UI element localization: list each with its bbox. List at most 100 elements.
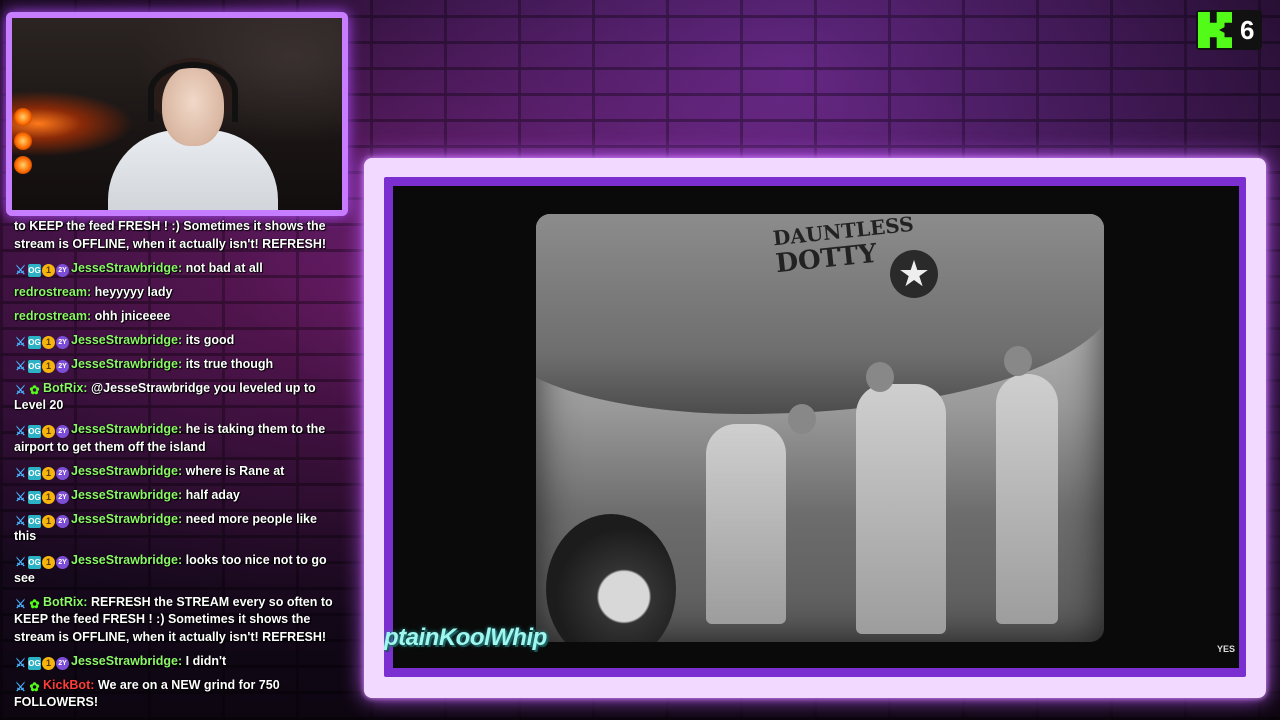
chat-username[interactable]: KickBot: xyxy=(43,678,94,692)
chat-message: redrostream: heyyyyy lady xyxy=(14,284,338,302)
chat-username[interactable]: JesseStrawbridge: xyxy=(71,261,182,275)
user-badges: ⚔ OG 1 2Y xyxy=(14,262,69,277)
og-badge-icon: OG xyxy=(28,556,41,569)
chat-message: ⚔ OG 1 2Y JesseStrawbridge: he is taking the… xyxy=(14,421,338,456)
chat-username[interactable]: JesseStrawbridge: xyxy=(71,654,182,668)
user-badges: ⚔ OG 1 2Y xyxy=(14,655,69,670)
sword-badge-icon: ⚔ xyxy=(15,655,26,670)
coin-badge-icon: 1 xyxy=(42,359,55,373)
sword-badge-icon: ⚔ xyxy=(15,489,26,504)
sword-badge-icon: ⚔ xyxy=(15,424,26,438)
sword-badge-icon: ⚔ xyxy=(15,596,26,611)
chat-message: ⚔ OG 1 2Y JesseStrawbridge: need more people… xyxy=(14,511,338,546)
bot-badge-icon: ✿ xyxy=(29,382,40,397)
og-badge-icon: OG xyxy=(28,425,41,438)
sub-badge-icon: 2Y xyxy=(56,335,69,349)
chat-text: not bad at all xyxy=(185,260,263,275)
sub-badge-icon: 2Y xyxy=(56,425,69,438)
og-badge-icon: OG xyxy=(28,466,41,480)
network-logo: YES xyxy=(1217,644,1236,654)
sub-badge-icon: 2Y xyxy=(56,263,69,277)
chat-message: ⚔ OG 1 2Y JesseStrawbridge: its true though xyxy=(14,356,338,374)
crewman xyxy=(996,374,1058,624)
sub-badge-icon: 2Y xyxy=(56,490,69,504)
chat-text: I didn't xyxy=(185,653,227,668)
coin-badge-icon: 1 xyxy=(42,556,55,569)
chat-text: its true though xyxy=(185,356,274,371)
og-badge-icon: OG xyxy=(28,335,41,349)
sword-badge-icon: ⚔ xyxy=(15,465,26,480)
sword-badge-icon: ⚔ xyxy=(15,382,26,397)
crewman-head xyxy=(1004,346,1032,376)
sword-badge-icon: ⚔ xyxy=(15,513,26,528)
crewman xyxy=(706,424,786,624)
chat-message: ⚔ ✿ KickBot: We are on a NEW grind for 750… xyxy=(14,677,338,712)
lamp-light xyxy=(14,156,32,174)
crewman-head xyxy=(866,362,894,392)
chat-panel: to KEEP the feed FRESH ! :) Sometimes it… xyxy=(0,216,352,720)
chat-username[interactable]: JesseStrawbridge: xyxy=(71,422,182,436)
chat-username[interactable]: JesseStrawbridge: xyxy=(71,357,182,371)
bot-badge-icon: ✿ xyxy=(29,596,40,611)
sword-badge-icon: ⚔ xyxy=(15,262,26,277)
sub-badge-icon: 2Y xyxy=(56,466,69,480)
coin-badge-icon: 1 xyxy=(42,656,55,670)
og-badge-icon: OG xyxy=(28,514,41,528)
viewer-count: 6 xyxy=(1240,14,1255,45)
chat-message: ⚔ OG 1 2Y JesseStrawbridge: half aday xyxy=(14,487,338,505)
sword-badge-icon: ⚔ xyxy=(15,358,26,373)
chat-message: ⚔ OG 1 2Y JesseStrawbridge: looks too nice n… xyxy=(14,552,338,587)
headset xyxy=(148,62,238,122)
chat-message: ⚔ OG 1 2Y JesseStrawbridge: not bad at all xyxy=(14,260,338,278)
coin-badge-icon: 1 xyxy=(42,490,55,504)
crewman xyxy=(856,384,946,634)
lamp-light xyxy=(14,132,32,150)
og-badge-icon: OG xyxy=(28,359,41,373)
chat-username[interactable]: JesseStrawbridge: xyxy=(71,464,182,478)
chat-text: half aday xyxy=(185,487,240,502)
og-badge-icon: OG xyxy=(28,490,41,504)
video-footage: DAUNTLESS DOTTY ★ xyxy=(536,214,1104,642)
bot-badge-icon: ✿ xyxy=(29,679,40,694)
chat-username[interactable]: JesseStrawbridge: xyxy=(71,488,182,502)
sub-badge-icon: 2Y xyxy=(56,656,69,670)
user-badges: ⚔ OG 1 2Y xyxy=(14,489,69,504)
chat-username[interactable]: BotRix: xyxy=(43,595,87,609)
chat-message: ⚔ OG 1 2Y JesseStrawbridge: where is Rane at xyxy=(14,463,338,481)
chat-message: redrostream: ohh jniceeee xyxy=(14,308,338,326)
chat-text: ohh jniceeee xyxy=(94,308,171,323)
chat-username[interactable]: JesseStrawbridge: xyxy=(71,333,182,347)
user-badges: ⚔ ✿ xyxy=(14,679,41,694)
chat-username[interactable]: JesseStrawbridge: xyxy=(71,553,182,567)
sword-badge-icon: ⚔ xyxy=(15,679,26,694)
user-badges: ⚔ OG 1 2Y xyxy=(14,425,69,438)
sub-badge-icon: 2Y xyxy=(56,359,69,373)
chat-text: where is Rane at xyxy=(185,463,285,478)
chat-username[interactable]: BotRix: xyxy=(43,381,87,395)
plane-wheel xyxy=(546,514,676,642)
user-badges: ⚔ OG 1 2Y xyxy=(14,335,69,349)
chat-username[interactable]: JesseStrawbridge: xyxy=(71,512,182,526)
chat-username[interactable]: redrostream: xyxy=(14,285,91,299)
chat-text: heyyyyy lady xyxy=(94,284,173,299)
sub-badge-icon: 2Y xyxy=(56,514,69,528)
user-badges: ⚔ OG 1 2Y xyxy=(14,465,69,480)
sword-badge-icon: ⚔ xyxy=(15,555,26,569)
star-insignia-icon: ★ xyxy=(890,250,938,298)
kick-viewer-badge: 6 xyxy=(1196,10,1262,50)
streamer-name-overlay: ptainKoolWhip xyxy=(384,624,547,651)
chat-username[interactable]: redrostream: xyxy=(14,309,91,323)
user-badges: ⚔ ✿ xyxy=(14,596,41,611)
chat-message: ⚔ ✿ BotRix: @JesseStrawbridge you leveled … xyxy=(14,380,338,415)
user-badges: ⚔ ✿ xyxy=(14,382,41,397)
chat-message: ⚔ ✿ BotRix: REFRESH the STREAM every so of… xyxy=(14,594,338,647)
crewman-head xyxy=(788,404,816,434)
user-badges: ⚔ OG 1 2Y xyxy=(14,358,69,373)
kick-logo-icon xyxy=(1198,12,1232,48)
user-badges: ⚔ OG 1 2Y xyxy=(14,556,69,569)
lamp-light xyxy=(14,108,32,126)
chat-text: to KEEP the feed FRESH ! :) Sometimes it… xyxy=(14,219,327,251)
og-badge-icon: OG xyxy=(28,656,41,670)
og-badge-icon: OG xyxy=(28,263,41,277)
sub-badge-icon: 2Y xyxy=(56,556,69,569)
